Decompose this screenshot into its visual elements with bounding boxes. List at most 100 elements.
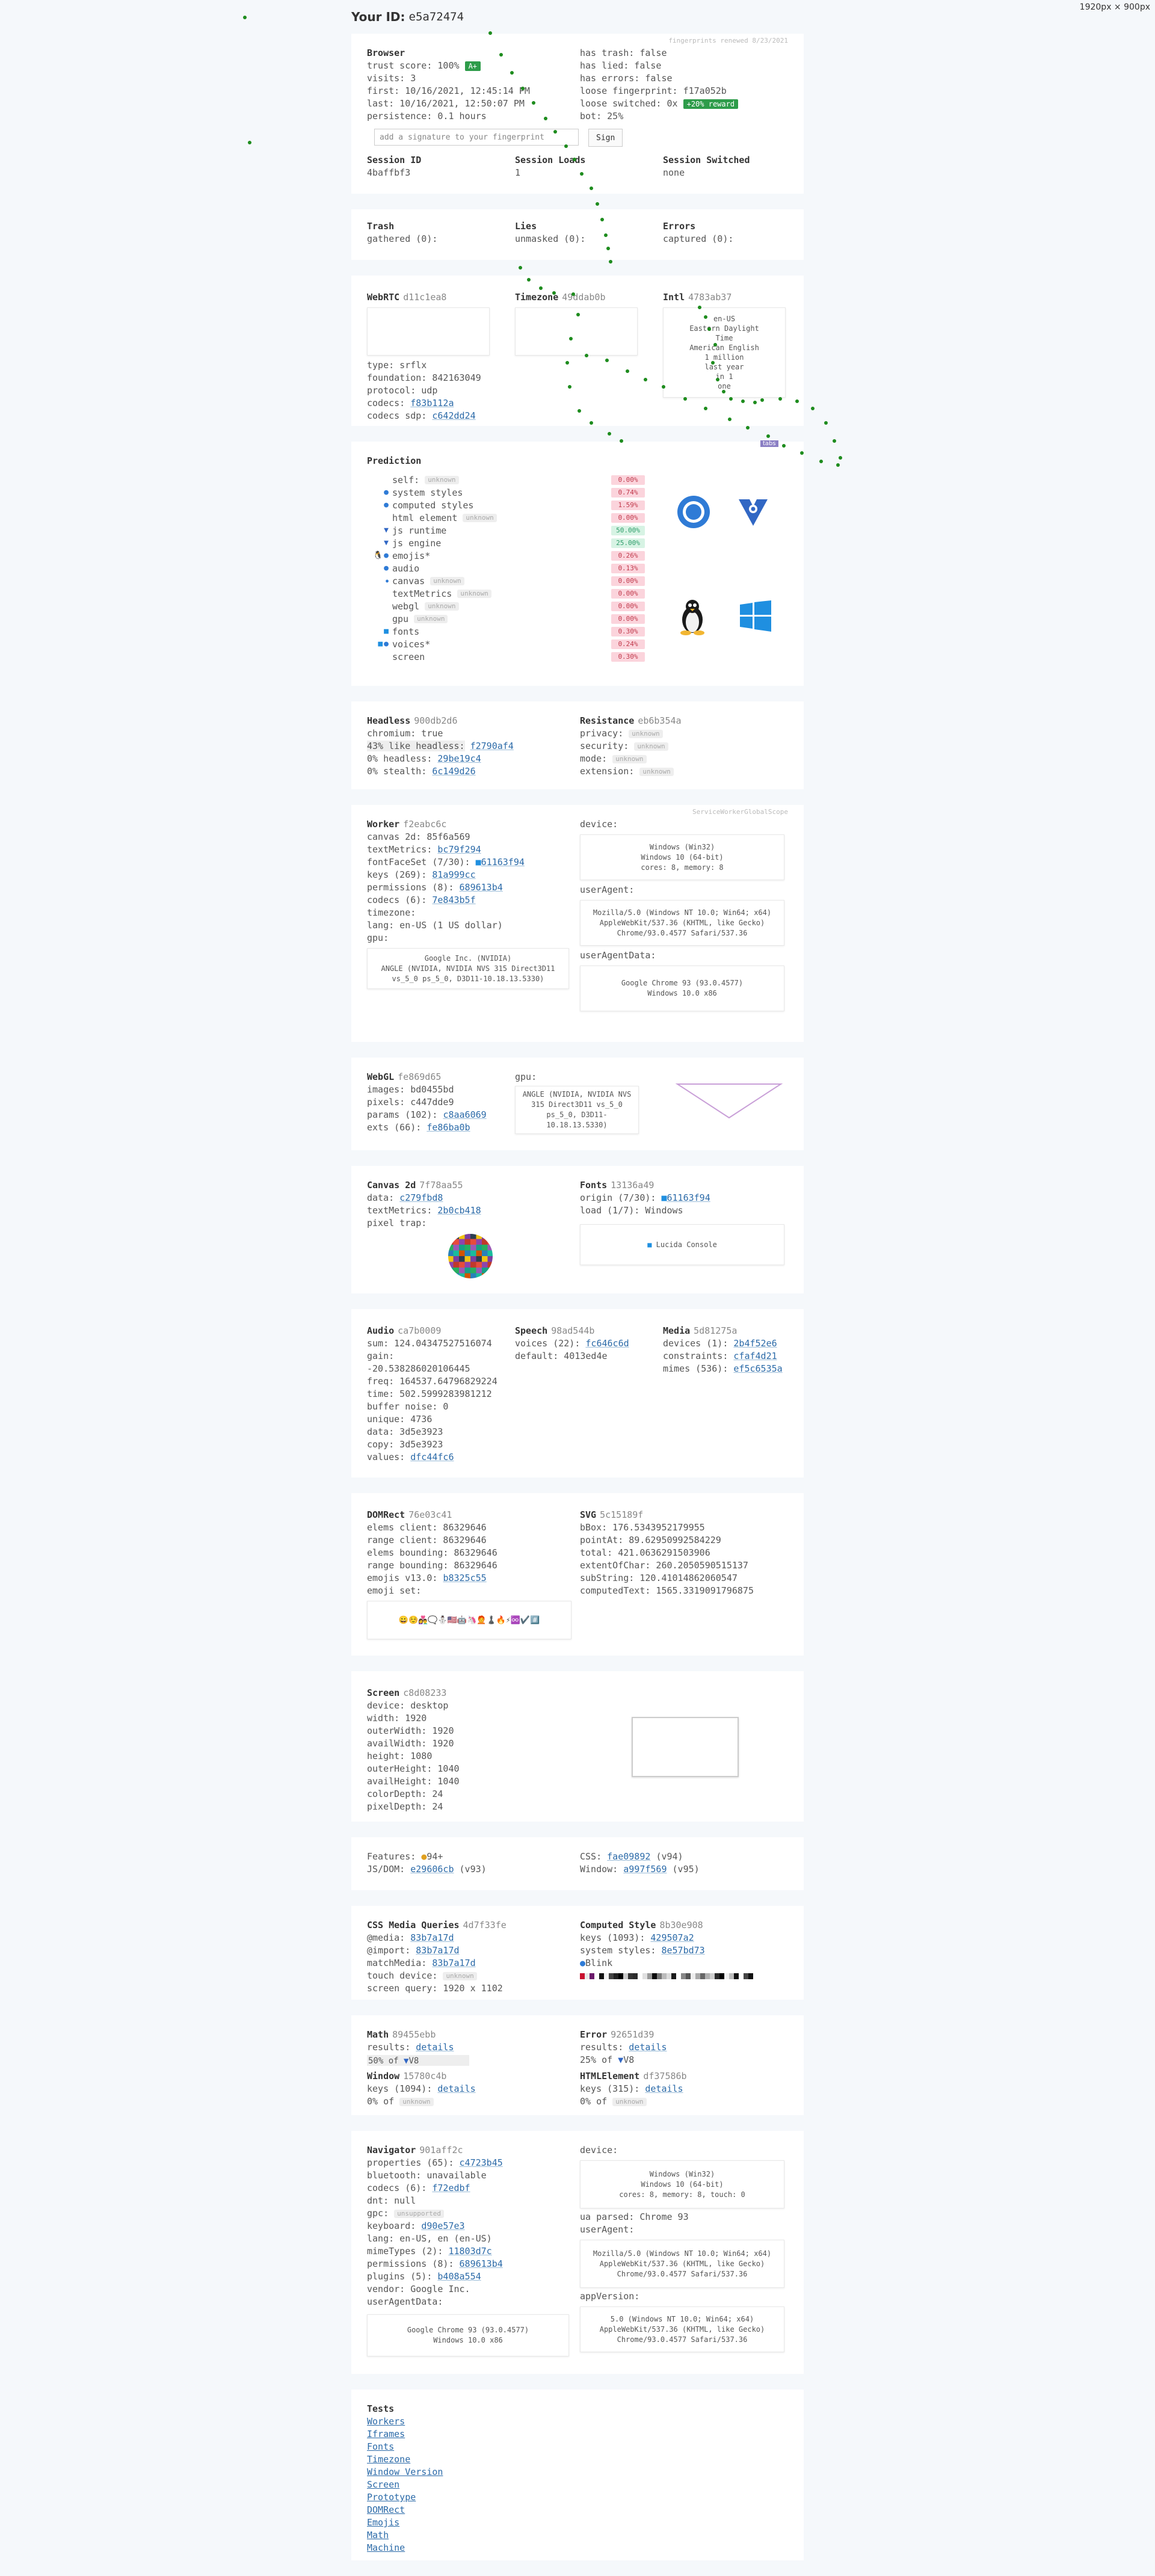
test-link-math[interactable]: Math [367,2529,788,2542]
appversion-label: appVersion: [580,2291,640,2302]
worker-line: lang: en-US (1 US dollar) [367,919,580,932]
webrtc-box [367,307,490,356]
stealth-link[interactable]: 6c149d26 [432,766,475,777]
lies-label: Lies [515,221,537,232]
worker-line: textMetrics: bc79f294 [367,843,580,856]
like-headless-link[interactable]: f2790af4 [470,741,514,751]
navigator-hash-link[interactable]: 11803d7c [448,2246,491,2257]
navigator-key: gpc: [367,2208,389,2219]
v8-mini-icon-2: ▼ [618,2054,624,2065]
cs-keys-link[interactable]: 429507a2 [650,1932,694,1943]
worker-key: lang: en-US (1 US dollar) [367,920,503,931]
worker-hash-link[interactable]: 61163f94 [481,857,525,867]
cs-system-styles-link[interactable]: 8e57bd73 [661,1945,704,1956]
htmlelement-details-link[interactable]: details [645,2083,683,2094]
fingerprint-id: e5a72474 [408,10,464,23]
prediction-row: 🐧 ● emojis* 0.26% [367,549,788,562]
navigator-hash-link[interactable]: 689613b4 [460,2258,503,2269]
fonts-origin-link[interactable]: 61163f94 [667,1192,710,1203]
prediction-row: ● computed styles 1.59% [367,499,788,511]
navigator-key: lang: en-US, en (en-US) [367,2233,492,2244]
worker-ua-box: Mozilla/5.0 (Windows NT 10.0; Win64; x64… [580,900,784,946]
test-link-prototype[interactable]: Prototype [367,2491,788,2504]
unknown-tag: unknown [425,602,459,611]
pixel-tile [470,1262,476,1268]
pixel-tile [453,1256,459,1262]
headless-link[interactable]: 29be19c4 [437,753,481,764]
media-link[interactable]: 83b7a17d [410,1932,454,1943]
error-details-link[interactable]: details [629,2042,667,2053]
navigator-hash-link[interactable]: c4723b45 [460,2157,503,2168]
media-mimes-link[interactable]: ef5c6535a [733,1363,782,1374]
prediction-label: js runtime [392,525,611,536]
test-link-machine[interactable]: Machine [367,2542,788,2554]
features-version: 94+ [427,1851,443,1862]
canvas-textmetrics-link[interactable]: 2b0cb418 [437,1205,481,1216]
navigator-hash-link[interactable]: b408a554 [437,2271,481,2282]
navigator-hash-link[interactable]: d90e57e3 [421,2220,464,2231]
webgl-params-link[interactable]: c8aa6069 [443,1109,486,1120]
test-link-timezone[interactable]: Timezone [367,2453,788,2466]
worker-hash-link[interactable]: 689613b4 [460,882,503,893]
prediction-percent: 0.00% [611,614,645,624]
navigator-line: properties (65): c4723b45 [367,2157,580,2169]
emoji-set-box: 😀☺️👩‍❤️‍👨🗨️⛄🇺🇸🤖🦄🧑‍🦰♟️🔥⚡♾️✔️#️⃣ [367,1601,571,1639]
worker-hash-link[interactable]: 7e843b5f [432,895,475,905]
media-devices-link[interactable]: 2b4f52e6 [733,1338,777,1349]
windows-font-icon: ■ [647,1240,652,1249]
speech-default: default: 4013ed4e [515,1351,608,1361]
webrtc-codecs-link[interactable]: f83b112a [410,398,454,408]
test-link-domrect[interactable]: DOMRect [367,2504,788,2516]
color-swatch [609,1973,614,1979]
audio-line: -20.538286020106445 [367,1363,470,1374]
persistence: persistence: 0.1 hours [367,111,487,122]
navigator-hash-link[interactable]: f72edbf [432,2183,470,2193]
navigator-line: plugins (5): b408a554 [367,2270,580,2283]
window-features-link[interactable]: a997f569 [623,1864,667,1875]
sign-button[interactable]: Sign [588,129,623,147]
test-link-window-version[interactable]: Window Version [367,2466,788,2479]
test-link-screen[interactable]: Screen [367,2479,788,2491]
pixel-tile [476,1250,482,1256]
unsupported-tag: unsupported [394,2209,445,2218]
canvas-data-link[interactable]: c279fbd8 [399,1192,443,1203]
emojis-link[interactable]: b8325c55 [443,1573,486,1583]
worker-hash-link[interactable]: 81a999cc [432,869,475,880]
window-details-link[interactable]: details [437,2083,475,2094]
jsdom-link[interactable]: e29606cb [410,1864,454,1875]
dot-icon: ● [386,578,389,584]
cssmq-title: CSS Media Queries [367,1920,460,1930]
navigator-line: gpc: unsupported [367,2207,580,2220]
pixel-tile [453,1250,459,1256]
import-link[interactable]: 83b7a17d [416,1945,459,1956]
math-details-link[interactable]: details [416,2042,454,2053]
webgl-exts-link[interactable]: fe86ba0b [427,1122,470,1133]
test-link-iframes[interactable]: Iframes [367,2428,788,2441]
webrtc-codecs-sdp-link[interactable]: c642dd24 [432,410,475,421]
voices-link[interactable]: fc646c6d [585,1338,629,1349]
media-constraints-link[interactable]: cfaf4d21 [733,1351,777,1361]
prediction-row: ● system styles 0.74% [367,486,788,499]
signature-input[interactable]: add a signature to your fingerprint [374,129,579,146]
matchmedia-link[interactable]: 83b7a17d [432,1958,475,1968]
trail-dot [644,378,647,381]
test-link-emojis[interactable]: Emojis [367,2516,788,2529]
navigator-key: bluetooth: unavailable [367,2170,487,2181]
chrome-mini-icon-2: ● [580,1958,586,1968]
trail-dot [753,401,757,404]
test-link-fonts[interactable]: Fonts [367,2441,788,2453]
css-features-link[interactable]: fae09892 [607,1851,650,1862]
prediction-label-text: computed styles [392,499,474,511]
prediction-percent: 0.74% [611,487,645,498]
worker-hash-link[interactable]: bc79f294 [437,844,481,855]
audio-values-link[interactable]: dfc44fc6 [410,1452,454,1462]
color-swatch [652,1973,657,1979]
pixel-tile [459,1250,465,1256]
unknown-tag: unknown [425,476,459,484]
color-swatch [594,1973,599,1979]
bot-score: bot: 25% [580,111,624,122]
pixel-tile [470,1256,476,1262]
test-link-workers[interactable]: Workers [367,2415,788,2428]
trail-dot [596,202,599,206]
pixel-tile [453,1245,459,1251]
